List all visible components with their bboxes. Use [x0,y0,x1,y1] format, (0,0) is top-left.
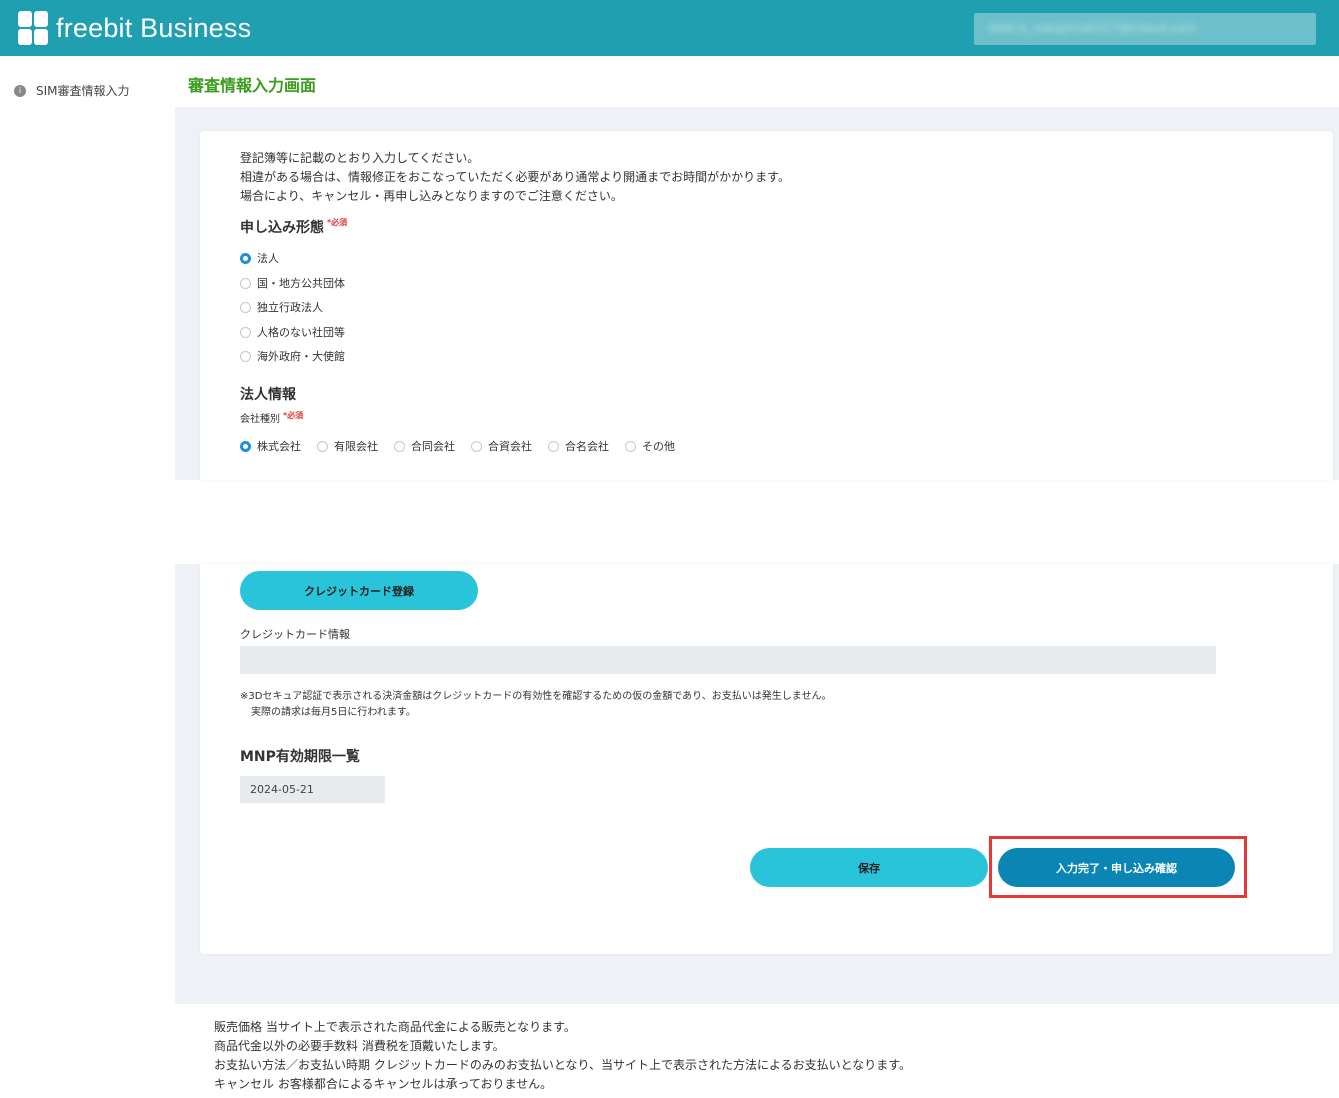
radio-label: その他 [642,440,675,453]
radio-label: 合同会社 [411,440,455,453]
radio-icon[interactable] [240,277,251,289]
radio-option-association[interactable]: 人格のない社団等 [240,324,345,340]
radio-option-foreign-gov[interactable]: 海外政府・大使館 [240,348,345,364]
radio-selected-icon[interactable] [240,252,251,264]
intro-line: 場合により、キャンセル・再申し込みとなりますのでご注意ください。 [240,189,623,203]
radio-option-kabushiki[interactable]: 株式会社 [240,438,301,454]
company-type-label-text: 会社種別 [240,414,280,425]
radio-label: 株式会社 [257,440,301,453]
section-title-text: 申し込み形態 [240,220,324,236]
user-account-box[interactable]: daiki.k_nakajima0327@icloud.com [974,13,1316,45]
save-button[interactable]: 保存 [750,848,988,887]
radio-selected-icon[interactable] [240,440,251,452]
content-gap [175,480,1339,564]
radio-option-other[interactable]: その他 [625,438,675,454]
radio-option-goshi[interactable]: 合資会社 [471,438,532,454]
radio-label: 人格のない社団等 [257,326,345,339]
footer-line: キャンセル お客様都合によるキャンセルは承っておりません。 [214,1077,553,1091]
radio-label: 有限会社 [334,440,378,453]
radio-icon[interactable] [240,350,251,362]
radio-icon[interactable] [471,440,482,452]
required-mark: *必須 [283,411,304,420]
mnp-expiry-date: 2024-05-21 [240,776,385,803]
sidebar-item-sim-review[interactable]: i SIM審査情報入力 [14,82,130,99]
top-header: freebit Business daiki.k_nakajima0327@ic… [0,0,1339,56]
sidebar-item-label: SIM審査情報入力 [36,84,130,98]
freebit-logo[interactable]: freebit Business [18,10,251,46]
note-line: ※3Dセキュア認証で表示される決済金額はクレジットカードの有効性を確認するための… [240,691,832,702]
radio-option-houjin[interactable]: 法人 [240,250,279,266]
note-line: 実際の請求は毎月5日に行われます。 [251,707,416,718]
radio-label: 海外政府・大使館 [257,350,345,363]
radio-label: 国・地方公共団体 [257,277,345,290]
company-type-radio-group: 株式会社 有限会社 合同会社 合資会社 合名会社 その他 [240,438,691,454]
user-account-text: daiki.k_nakajima0327@icloud.com [988,21,1196,35]
footer-line: 商品代金以外の必要手数料 消費税を頂戴いたします。 [214,1039,505,1053]
radio-icon[interactable] [394,440,405,452]
radio-option-independent-agency[interactable]: 独立行政法人 [240,299,323,315]
radio-label: 合資会社 [488,440,532,453]
highlight-box [989,836,1247,898]
radio-option-godo[interactable]: 合同会社 [394,438,455,454]
credit-card-register-button[interactable]: クレジットカード登録 [240,571,478,610]
intro-line: 相違がある場合は、情報修正をおこなっていただく必要があり通常より開通までお時間が… [240,170,790,184]
footer-line: お支払い方法／お支払い時期 クレジットカードのみのお支払いとなり、当サイト上で表… [214,1058,912,1072]
company-type-label: 会社種別 *必須 [240,410,303,425]
radio-icon[interactable] [548,440,559,452]
radio-label: 独立行政法人 [257,301,323,314]
corporate-info-title: 法人情報 [240,387,296,403]
radio-icon[interactable] [240,301,251,313]
mnp-expiry-title: MNP有効期限一覧 [240,749,360,765]
intro-text: 登記簿等に記載のとおり入力してください。 相違がある場合は、情報修正をおこなって… [240,149,790,206]
credit-card-info-label: クレジットカード情報 [240,628,350,641]
radio-label: 法人 [257,252,279,265]
radio-icon[interactable] [240,326,251,338]
page-title: 審査情報入力画面 [188,76,317,95]
radio-option-gomei[interactable]: 合名会社 [548,438,609,454]
logo-text: freebit Business [56,12,252,43]
footer-legal-text: 販売価格 当サイト上で表示された商品代金による販売となります。 商品代金以外の必… [214,1018,911,1094]
credit-card-info-field [240,646,1216,674]
3d-secure-note: ※3Dセキュア認証で表示される決済金額はクレジットカードの有効性を確認するための… [240,689,831,721]
radio-label: 合名会社 [565,440,609,453]
required-mark: *必須 [327,218,348,227]
radio-option-government[interactable]: 国・地方公共団体 [240,275,345,291]
radio-option-yugen[interactable]: 有限会社 [317,438,378,454]
logo-mark-icon [18,11,48,45]
radio-icon[interactable] [625,440,636,452]
radio-icon[interactable] [317,440,328,452]
footer-line: 販売価格 当サイト上で表示された商品代金による販売となります。 [214,1020,576,1034]
info-icon: i [14,84,26,97]
intro-line: 登記簿等に記載のとおり入力してください。 [240,151,480,165]
application-type-title: 申し込み形態 *必須 [240,217,347,237]
